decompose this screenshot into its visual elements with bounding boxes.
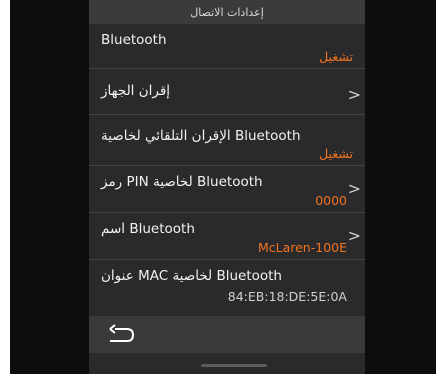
row-bluetooth[interactable]: Bluetooth تشغيل — [89, 24, 365, 69]
row-label: عنوان MAC لخاصية Bluetooth — [101, 268, 282, 284]
bottom-bar — [89, 316, 365, 353]
row-value: McLaren-100E — [257, 240, 347, 255]
row-mac-address: عنوان MAC لخاصية Bluetooth 84:EB:18:DE:5… — [89, 260, 365, 308]
back-button[interactable] — [101, 322, 141, 348]
back-arrow-icon — [109, 324, 135, 342]
home-indicator — [201, 364, 267, 367]
row-label: اسم Bluetooth — [101, 221, 195, 237]
display-screen: إعدادات الاتصال Bluetooth تشغيل إقران ال… — [10, 0, 436, 374]
row-value: تشغيل — [319, 146, 353, 161]
settings-panel: إعدادات الاتصال Bluetooth تشغيل إقران ال… — [89, 0, 365, 374]
chevron-right-icon: > — [347, 179, 361, 198]
row-pin-code[interactable]: رمز PIN لخاصية Bluetooth 0000 > — [89, 166, 365, 213]
row-label: Bluetooth — [101, 32, 167, 48]
row-label: إقران الجهاز — [101, 83, 171, 99]
chevron-right-icon: > — [347, 84, 361, 104]
row-label: الإقران التلقائي لخاصية Bluetooth — [101, 128, 301, 144]
row-label: رمز PIN لخاصية Bluetooth — [101, 174, 263, 190]
row-pair-device[interactable]: إقران الجهاز > — [89, 69, 365, 115]
row-value: 0000 — [315, 193, 347, 208]
row-value: تشغيل — [319, 49, 353, 64]
row-auto-pairing[interactable]: الإقران التلقائي لخاصية Bluetooth تشغيل — [89, 115, 365, 166]
chevron-right-icon: > — [347, 226, 361, 245]
page-title: إعدادات الاتصال — [89, 0, 365, 24]
row-bluetooth-name[interactable]: اسم Bluetooth McLaren-100E > — [89, 213, 365, 260]
row-value: 84:EB:18:DE:5E:0A — [227, 289, 347, 304]
